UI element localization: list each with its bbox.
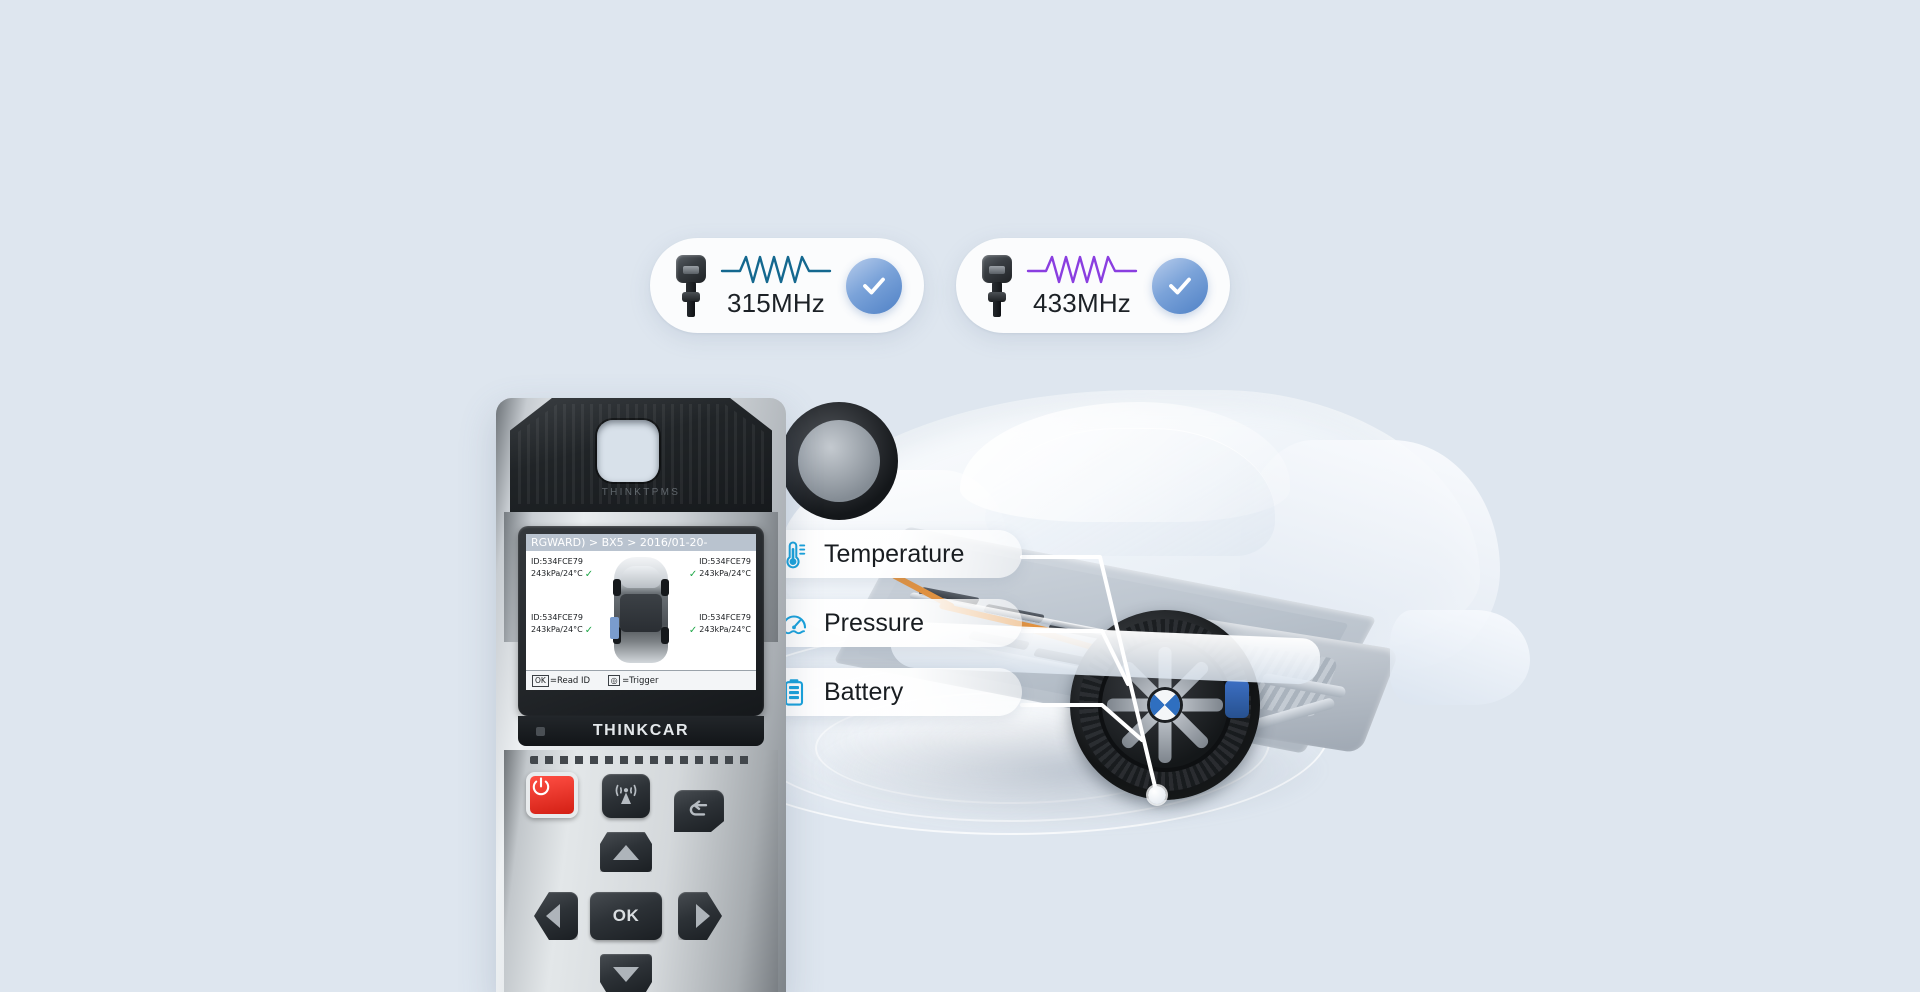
sensor-ok-check-icon: ✓ bbox=[584, 624, 594, 636]
brake-caliper bbox=[1225, 680, 1249, 718]
frequency-label: 433MHz bbox=[1032, 288, 1131, 318]
scene-root: 315MHz 433MHz Temperature Pressure Batte… bbox=[0, 0, 1920, 992]
wheel-hub-badge bbox=[1150, 690, 1180, 720]
power-icon bbox=[532, 777, 550, 796]
sensor-reading: 243kPa/24°C bbox=[699, 625, 751, 635]
read-id-action: =Read ID bbox=[549, 675, 591, 686]
sensor-readout-rear-right: ID:534FCE79 243kPa/24°C ✓ bbox=[689, 613, 751, 637]
check-icon bbox=[863, 277, 885, 294]
device-top-brand-label: THINKTPMS bbox=[601, 487, 681, 498]
tpms-sensor-icon bbox=[676, 254, 706, 317]
tpms-handheld-device: THINKTPMS RGWARD) > BX5 > 2016/01-20- ID… bbox=[496, 398, 786, 992]
antenna-signal-icon bbox=[615, 784, 637, 804]
hint-read-id: OK =Read ID bbox=[532, 674, 591, 687]
status-led bbox=[536, 727, 545, 736]
sensor-readout-rear-left: ID:534FCE79 243kPa/24°C ✓ bbox=[531, 613, 593, 637]
frequency-label: 315MHz bbox=[726, 288, 825, 318]
sensor-id: ID:534FCE79 bbox=[699, 557, 751, 566]
frequency-badge-315[interactable]: 315MHz bbox=[650, 238, 924, 333]
sensor-ok-check-icon: ✓ bbox=[584, 568, 594, 580]
screen-breadcrumb: RGWARD) > BX5 > 2016/01-20- bbox=[526, 534, 756, 551]
feature-callout-stack: Temperature Pressure Battery bbox=[760, 530, 1022, 716]
back-button[interactable] bbox=[674, 790, 724, 832]
feature-label: Temperature bbox=[824, 539, 965, 568]
device-grip-hole bbox=[597, 420, 659, 482]
sensor-ok-check-icon: ✓ bbox=[688, 624, 698, 636]
waveform-icon bbox=[1026, 255, 1138, 284]
check-circle-icon bbox=[1152, 257, 1208, 314]
frequency-badge-row: 315MHz 433MHz bbox=[650, 238, 1230, 333]
screen-body: ID:534FCE79 243kPa/24°C ✓ ID:534FCE79 24… bbox=[526, 551, 756, 668]
chevron-down-icon bbox=[613, 966, 639, 982]
feature-label: Pressure bbox=[824, 608, 925, 637]
device-keypad-panel: OK bbox=[504, 750, 778, 992]
sensor-reading: 243kPa/24°C bbox=[531, 569, 583, 579]
hint-trigger: ◎ =Trigger bbox=[608, 675, 659, 686]
vehicle-top-view-graphic bbox=[610, 557, 669, 663]
device-brand-strip: THINKCAR bbox=[518, 716, 764, 746]
check-circle-icon bbox=[846, 257, 902, 314]
feature-pill-battery[interactable]: Battery bbox=[760, 668, 1022, 716]
device-brand-label: THINKCAR bbox=[592, 722, 690, 739]
trigger-button[interactable] bbox=[602, 774, 650, 818]
left-button[interactable] bbox=[534, 892, 578, 940]
back-arrow-icon bbox=[689, 800, 708, 816]
sensor-id: ID:534FCE79 bbox=[699, 613, 751, 622]
check-icon bbox=[1169, 277, 1191, 294]
sensor-readout-front-right: ID:534FCE79 243kPa/24°C ✓ bbox=[689, 557, 751, 581]
tpms-sensor-icon bbox=[982, 254, 1012, 317]
up-button[interactable] bbox=[600, 832, 652, 872]
speaker-grille bbox=[530, 756, 754, 764]
feature-pill-temperature[interactable]: Temperature bbox=[760, 530, 1022, 578]
waveform-icon bbox=[720, 255, 832, 284]
chevron-right-icon bbox=[696, 904, 710, 928]
screen-hint-bar: OK =Read ID ◎ =Trigger bbox=[526, 670, 756, 690]
trigger-action: =Trigger bbox=[622, 676, 659, 686]
sensor-id: ID:534FCE79 bbox=[531, 613, 583, 622]
feature-pill-pressure[interactable]: Pressure bbox=[760, 599, 1022, 647]
chevron-up-icon bbox=[613, 844, 639, 860]
device-screen[interactable]: RGWARD) > BX5 > 2016/01-20- ID:534FCE79 … bbox=[526, 534, 756, 690]
down-button[interactable] bbox=[600, 954, 652, 992]
sensor-readout-front-left: ID:534FCE79 243kPa/24°C ✓ bbox=[531, 557, 593, 581]
front-rim bbox=[798, 420, 880, 502]
ok-button[interactable]: OK bbox=[590, 892, 662, 940]
ok-button-label: OK bbox=[612, 906, 640, 925]
sensor-id: ID:534FCE79 bbox=[531, 557, 583, 566]
power-button[interactable] bbox=[526, 772, 578, 818]
trigger-key-chip: ◎ bbox=[608, 675, 621, 686]
sensor-ok-check-icon: ✓ bbox=[688, 568, 698, 580]
ok-key-chip: OK bbox=[532, 674, 549, 687]
right-button[interactable] bbox=[678, 892, 722, 940]
feature-label: Battery bbox=[824, 677, 904, 706]
sensor-reading: 243kPa/24°C bbox=[531, 625, 583, 635]
chevron-left-icon bbox=[546, 904, 560, 928]
sensor-reading: 243kPa/24°C bbox=[699, 569, 751, 579]
frequency-badge-433[interactable]: 433MHz bbox=[956, 238, 1230, 333]
sensor-hotspot-marker bbox=[1148, 786, 1166, 804]
